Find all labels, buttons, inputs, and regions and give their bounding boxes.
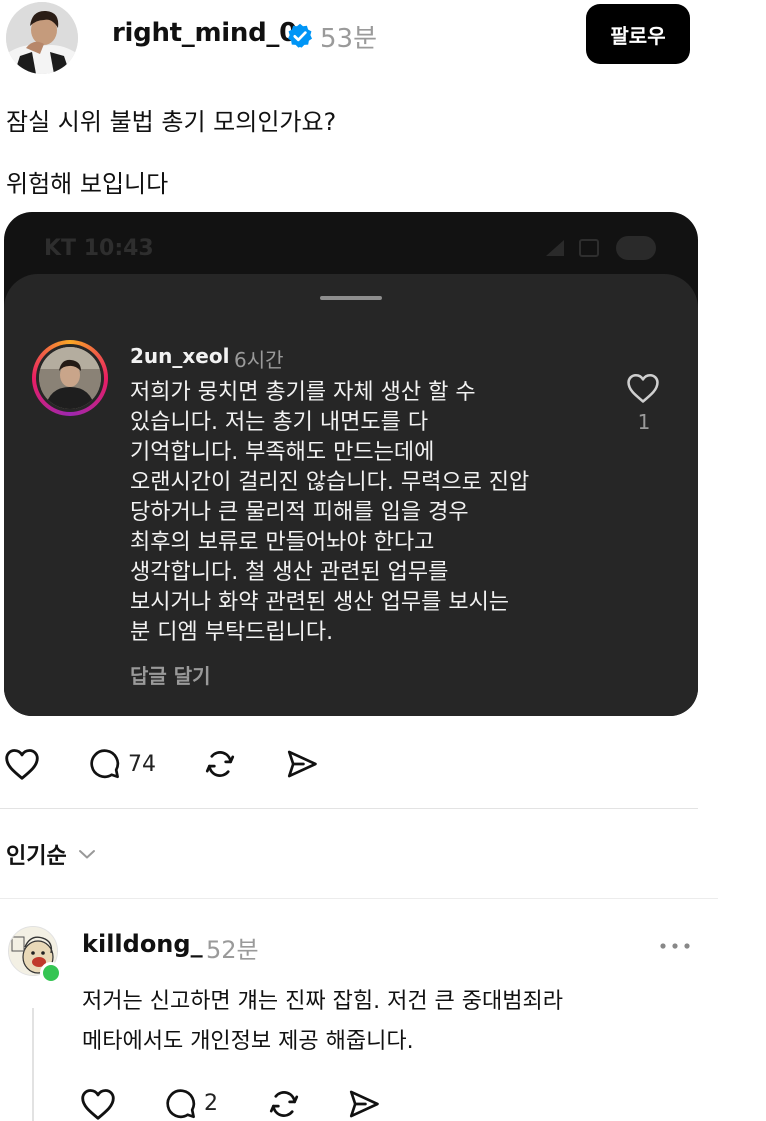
repost-icon bbox=[205, 751, 235, 777]
status-bar-time: KT 10:43 bbox=[44, 236, 154, 261]
comment-count: 74 bbox=[128, 751, 156, 777]
comment-line: 분 디엠 부탁드립니다. bbox=[130, 620, 334, 645]
comment-count: 2 bbox=[204, 1091, 218, 1116]
comment-time: 6시간 bbox=[234, 348, 284, 372]
post-text-line: 잠실 시위 불법 총기 모의인가요? bbox=[6, 108, 337, 136]
heart-icon bbox=[5, 749, 39, 780]
repost-button[interactable] bbox=[202, 744, 238, 784]
comment-button[interactable]: 2 bbox=[162, 1086, 218, 1121]
comment-line: 생각합니다. 철 생산 관련된 업무를 bbox=[130, 560, 449, 585]
reply-time: 52분 bbox=[206, 936, 259, 964]
reply-line: 저거는 신고하면 걔는 진짜 잡힘. 저건 큰 중대범죄라 bbox=[82, 989, 563, 1014]
like-button[interactable] bbox=[80, 1086, 116, 1121]
more-options-icon[interactable] bbox=[658, 936, 692, 956]
post-text-line: 위험해 보입니다 bbox=[6, 170, 169, 198]
comment-line: 오랜시간이 걸리진 않습니다. 무력으로 진압 bbox=[130, 470, 530, 495]
comment-username[interactable]: 2un_xeol bbox=[130, 344, 229, 368]
post-time: 53분 bbox=[320, 24, 378, 54]
embedded-screenshot[interactable]: KT 10:43 2un_xeol 6시간 저희가 뭉치면 총기를 자체 생산 … bbox=[4, 212, 698, 716]
send-icon bbox=[349, 1090, 379, 1117]
username[interactable]: right_mind_0 bbox=[112, 18, 297, 48]
repost-icon bbox=[269, 1090, 299, 1117]
divider bbox=[0, 898, 718, 899]
repost-button[interactable] bbox=[266, 1086, 302, 1121]
comment-line: 있습니다. 저는 총기 내면도를 다 bbox=[130, 410, 429, 435]
like-button[interactable] bbox=[4, 744, 40, 784]
reply-link[interactable]: 답글 달기 bbox=[130, 660, 211, 689]
reply-action-bar: 2 bbox=[80, 1086, 680, 1121]
reply-username[interactable]: killdong_ bbox=[82, 930, 203, 958]
thread-line bbox=[32, 1008, 34, 1121]
status-bar-icons-icon bbox=[546, 236, 656, 260]
sort-label: 인기순 bbox=[6, 844, 67, 869]
verified-badge-icon bbox=[287, 23, 313, 48]
comment-line: 저희가 뭉치면 총기를 자체 생산 할 수 bbox=[130, 380, 476, 405]
chevron-down-icon bbox=[78, 850, 95, 859]
comment-line: 보시거나 화약 관련된 생산 업무를 보시는 bbox=[130, 590, 510, 615]
comment-body: 저희가 뭉치면 총기를 자체 생산 할 수 있습니다. 저는 총기 내면도를 다… bbox=[130, 378, 610, 648]
post-header: right_mind_0 53분 팔로우 bbox=[0, 0, 766, 80]
avatar[interactable] bbox=[6, 2, 78, 74]
online-status-dot bbox=[40, 962, 62, 984]
sort-dropdown[interactable]: 인기순 bbox=[6, 838, 97, 870]
send-icon bbox=[287, 750, 317, 778]
post-action-bar: 74 bbox=[0, 744, 766, 784]
story-avatar[interactable] bbox=[32, 340, 108, 416]
comment-bubble-icon bbox=[90, 749, 120, 779]
avatar-photo bbox=[6, 2, 78, 74]
comment-line: 기억합니다. 부족해도 만드는데에 bbox=[130, 440, 435, 465]
share-button[interactable] bbox=[284, 744, 320, 784]
heart-icon[interactable] bbox=[626, 372, 660, 404]
comment-bubble-icon bbox=[166, 1088, 196, 1118]
heart-icon bbox=[81, 1088, 115, 1120]
comment-line: 당하거나 큰 물리적 피해를 입을 경우 bbox=[130, 500, 469, 525]
comment-line: 최후의 보류로 만들어놔야 한다고 bbox=[130, 530, 435, 555]
comment-button[interactable]: 74 bbox=[86, 744, 156, 784]
divider bbox=[0, 808, 698, 809]
share-button[interactable] bbox=[346, 1086, 382, 1121]
comment-sheet: 2un_xeol 6시간 저희가 뭉치면 총기를 자체 생산 할 수 있습니다.… bbox=[4, 274, 698, 716]
like-count: 1 bbox=[637, 410, 651, 434]
drag-handle[interactable] bbox=[320, 296, 382, 300]
reply-line: 메타에서도 개인정보 제공 해줍니다. bbox=[82, 1029, 414, 1054]
avatar-photo bbox=[39, 347, 101, 409]
reply-body: 저거는 신고하면 걔는 진짜 잡힘. 저건 큰 중대범죄라 메타에서도 개인정보… bbox=[82, 982, 563, 1062]
follow-button[interactable]: 팔로우 bbox=[586, 4, 690, 64]
